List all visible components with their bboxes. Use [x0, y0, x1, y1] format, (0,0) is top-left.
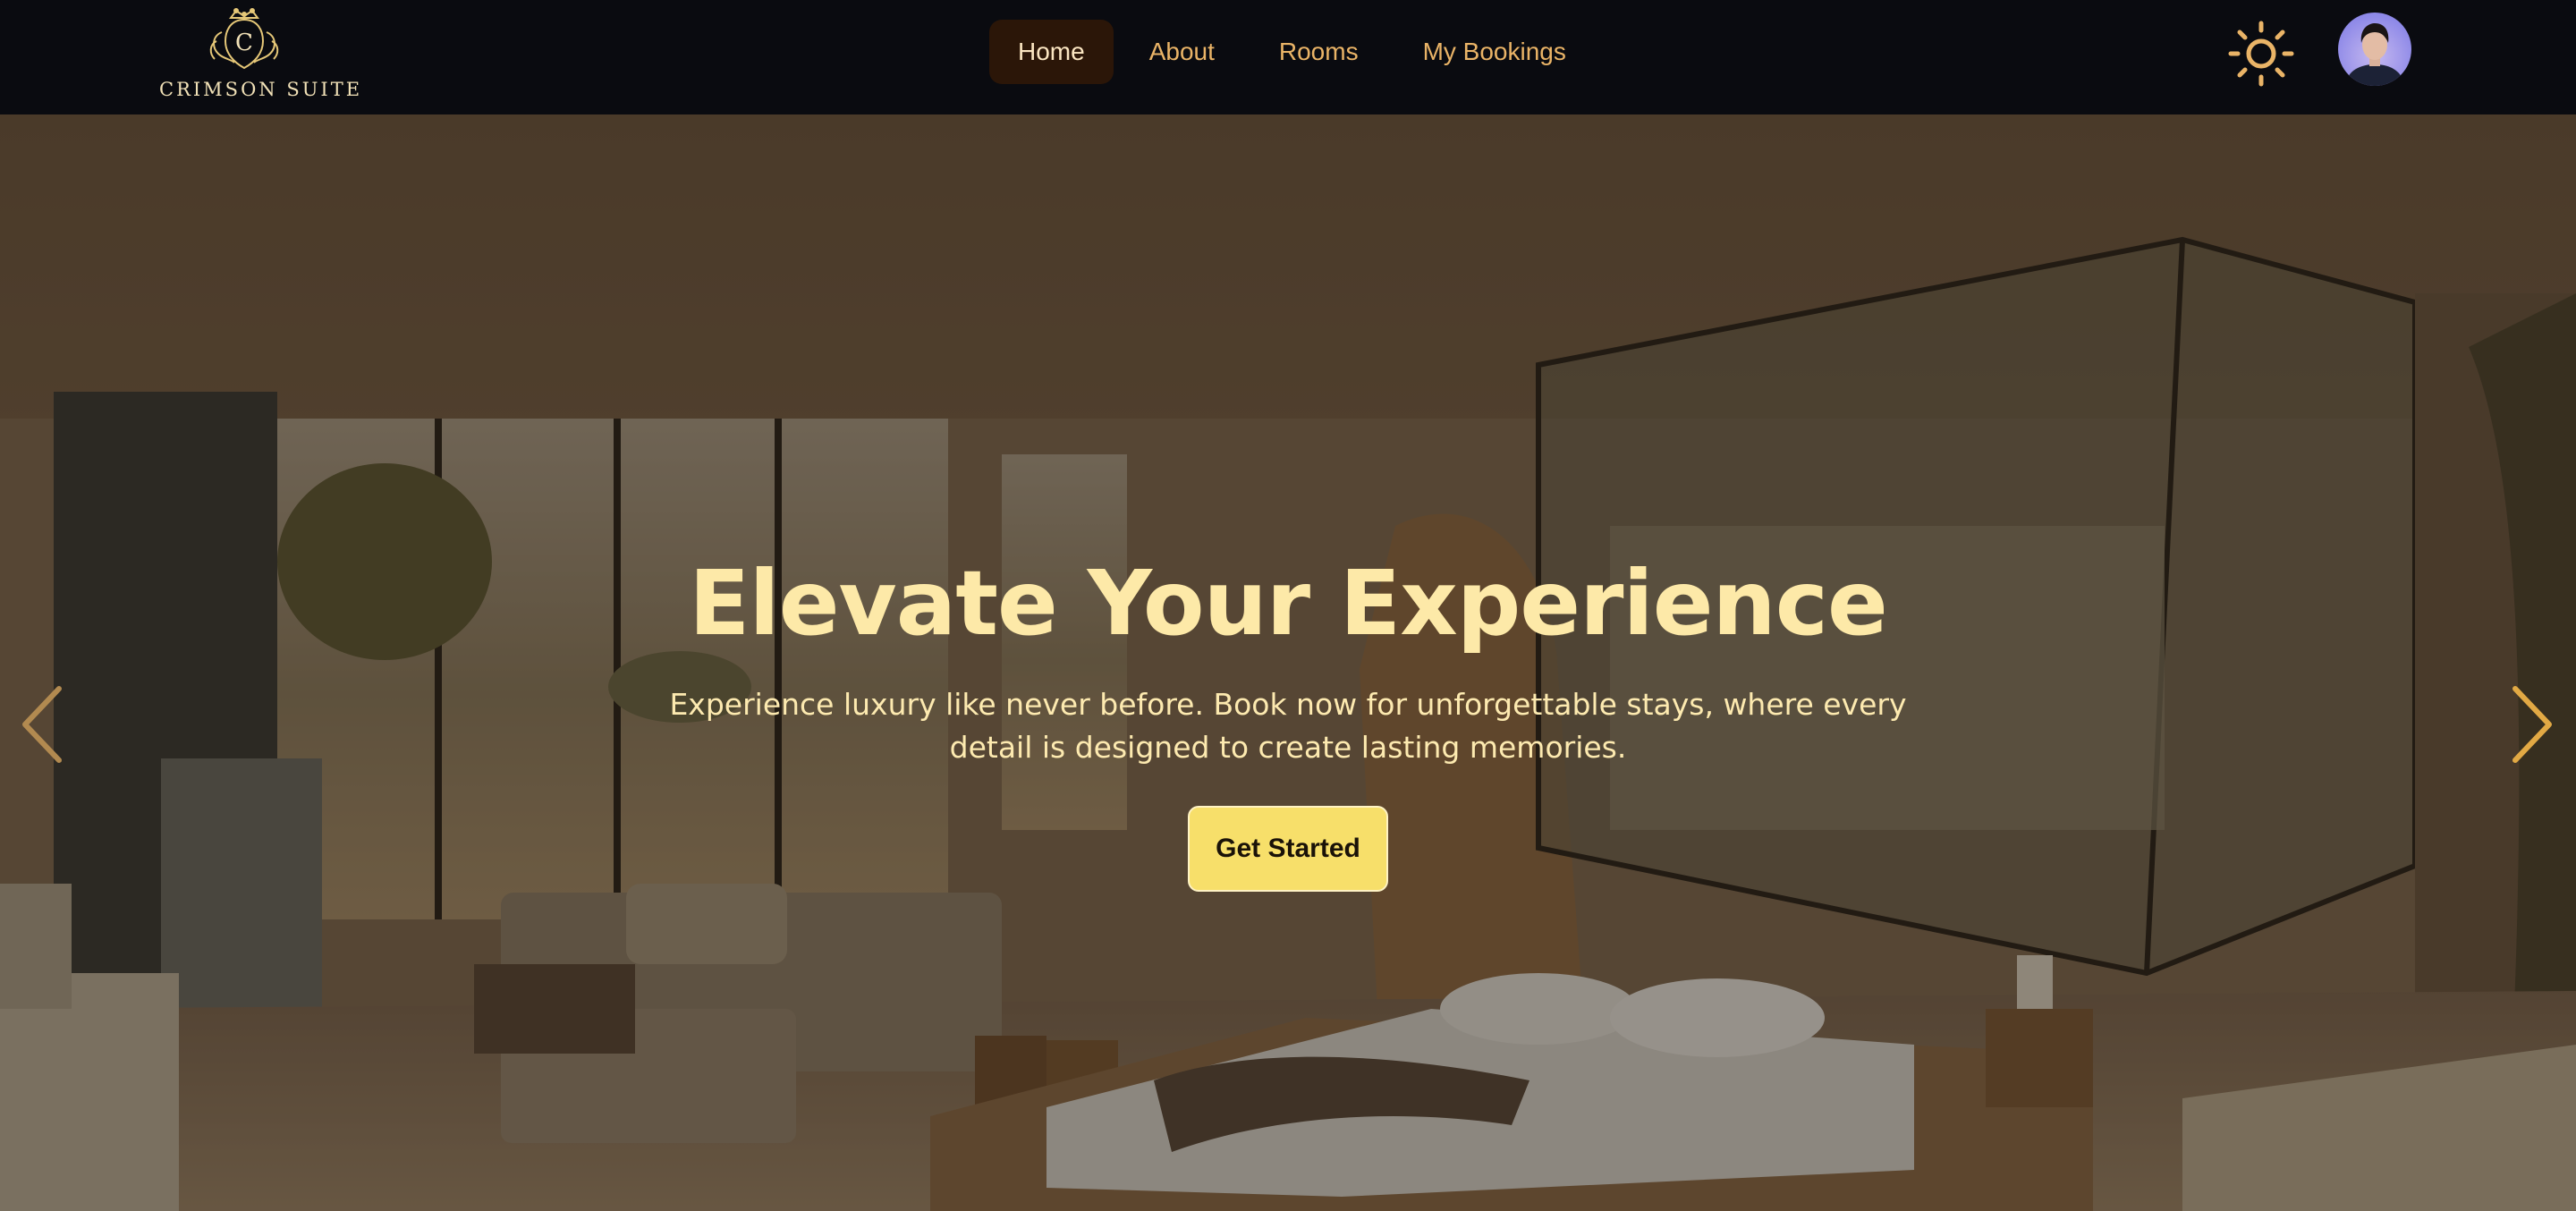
- carousel-next-button[interactable]: [2504, 680, 2558, 769]
- sun-icon: [2228, 21, 2294, 87]
- user-avatar[interactable]: [2338, 13, 2411, 86]
- profile-photo: [2345, 23, 2404, 86]
- hero-title: Elevate Your Experience: [689, 551, 1888, 656]
- hero-subtitle: Experience luxury like never before. Boo…: [669, 687, 1907, 765]
- get-started-button[interactable]: Get Started: [1188, 806, 1388, 892]
- nav-my-bookings[interactable]: My Bookings: [1394, 20, 1595, 84]
- hero-carousel: Elevate Your Experience Experience luxur…: [0, 114, 2576, 1211]
- main-nav: Home About Rooms My Bookings: [989, 20, 1595, 84]
- nav-rooms[interactable]: Rooms: [1250, 20, 1387, 84]
- hero-dark-overlay: [0, 114, 2576, 1211]
- nav-about[interactable]: About: [1121, 20, 1243, 84]
- crown-crest-icon: C: [209, 8, 279, 70]
- brand-logo[interactable]: C CRIMSON SUITE: [159, 5, 363, 102]
- carousel-prev-button[interactable]: [16, 680, 70, 769]
- chevron-left-icon: [22, 686, 62, 763]
- brand-monogram: C: [235, 30, 253, 56]
- chevron-right-icon: [2512, 686, 2552, 763]
- nav-home[interactable]: Home: [989, 20, 1114, 84]
- navbar: C CRIMSON SUITE Home About Rooms My Book…: [0, 0, 2576, 114]
- theme-toggle-button[interactable]: [2225, 18, 2297, 89]
- brand-name: CRIMSON SUITE: [159, 79, 363, 100]
